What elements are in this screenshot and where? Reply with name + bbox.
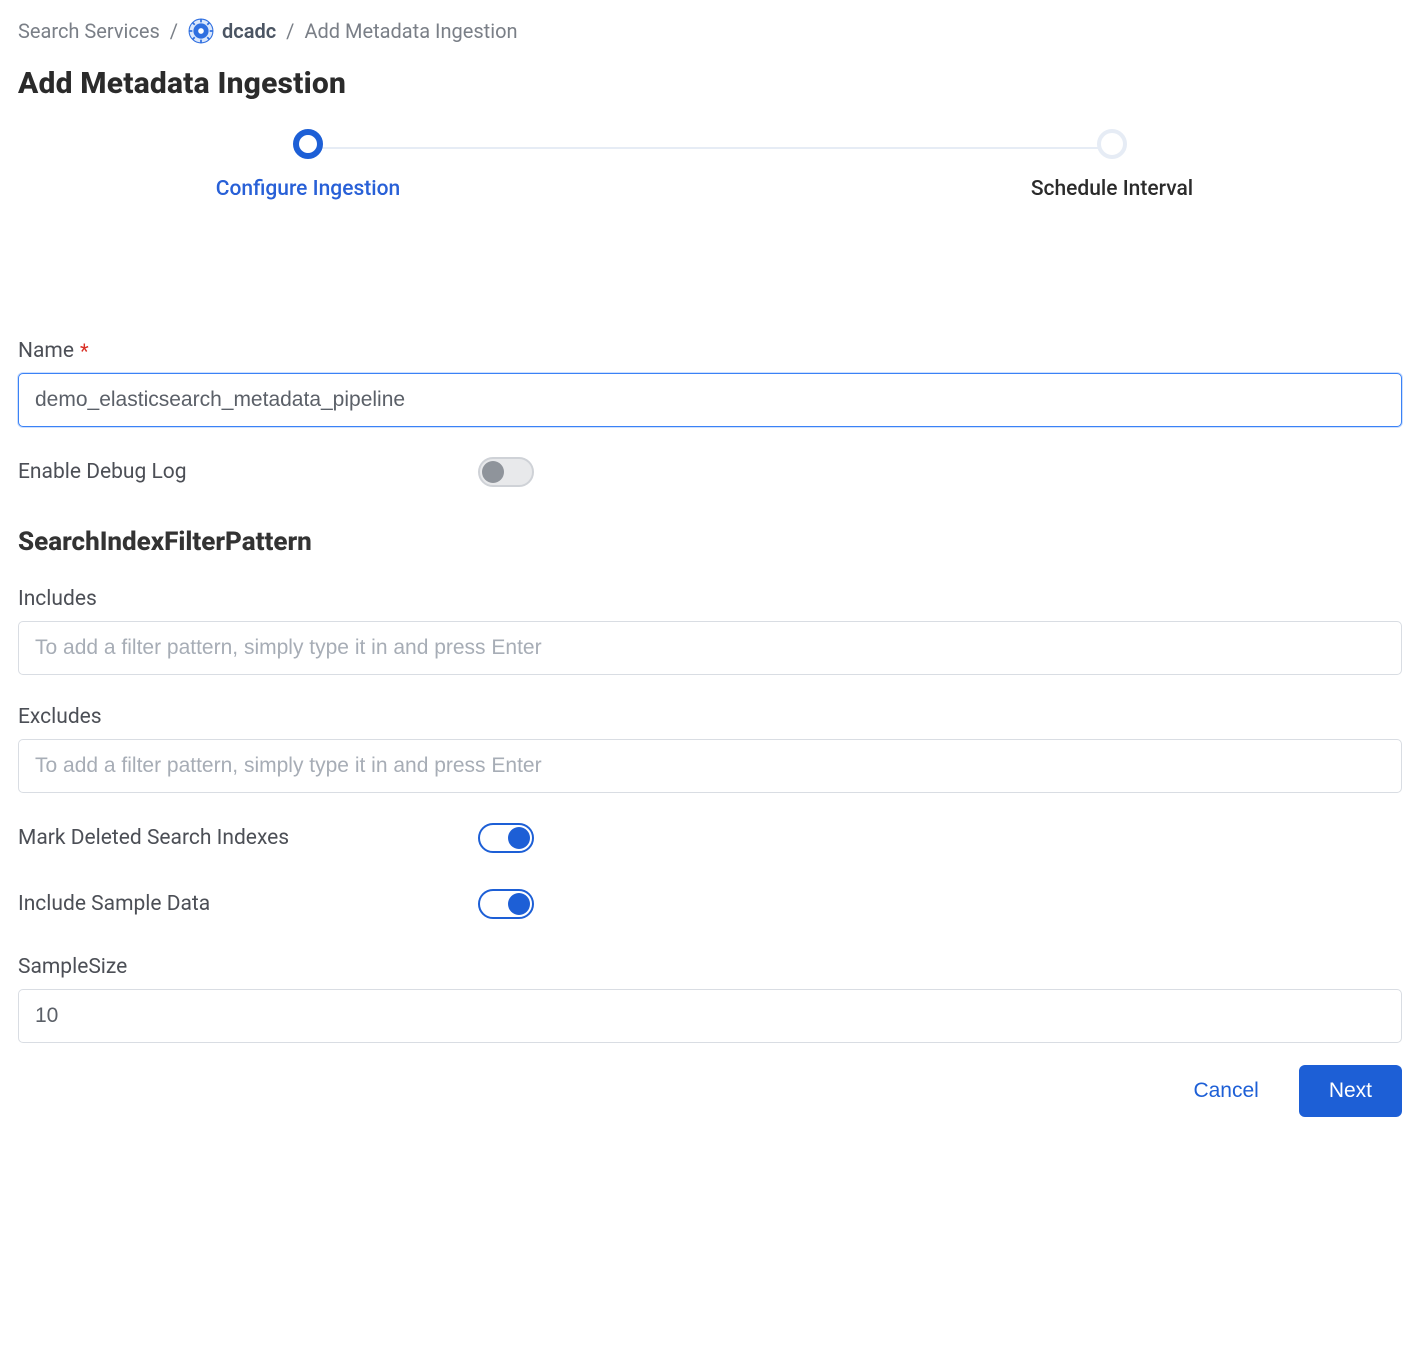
step-circle-active-icon (293, 129, 323, 159)
step-circle-inactive-icon (1097, 129, 1127, 159)
form-group-debug-log: Enable Debug Log (18, 457, 1402, 487)
toggle-knob-icon (508, 827, 530, 849)
includes-label: Includes (18, 587, 97, 611)
form-group-sample-size: SampleSize (18, 955, 1402, 1043)
form-group-include-sample: Include Sample Data (18, 889, 1402, 919)
step-schedule-interval[interactable]: Schedule Interval (972, 129, 1252, 201)
breadcrumb-separator: / (286, 19, 294, 43)
name-input[interactable] (18, 373, 1402, 427)
gear-icon (188, 18, 214, 44)
mark-deleted-label: Mark Deleted Search Indexes (18, 826, 478, 850)
name-label: Name (18, 339, 74, 363)
step-configure-ingestion[interactable]: Configure Ingestion (168, 129, 448, 201)
includes-input[interactable] (18, 621, 1402, 675)
breadcrumb-service-link[interactable]: dcadc (188, 18, 276, 44)
step-label: Configure Ingestion (216, 177, 400, 201)
form-group-name: Name * (18, 339, 1402, 427)
required-asterisk-icon: * (80, 339, 89, 363)
form-group-includes: Includes (18, 587, 1402, 675)
stepper: Configure Ingestion Schedule Interval (18, 129, 1402, 219)
breadcrumb-service-label: dcadc (222, 19, 276, 43)
step-label: Schedule Interval (1031, 177, 1193, 201)
sample-size-input[interactable] (18, 989, 1402, 1043)
breadcrumb-separator: / (170, 19, 178, 43)
include-sample-toggle[interactable] (478, 889, 534, 919)
breadcrumb-root-link[interactable]: Search Services (18, 19, 160, 43)
form-actions: Cancel Next (18, 1065, 1402, 1117)
excludes-label: Excludes (18, 705, 102, 729)
form-group-excludes: Excludes (18, 705, 1402, 793)
mark-deleted-toggle[interactable] (478, 823, 534, 853)
next-button[interactable]: Next (1299, 1065, 1402, 1117)
form-group-mark-deleted: Mark Deleted Search Indexes (18, 823, 1402, 853)
toggle-knob-icon (482, 461, 504, 483)
toggle-knob-icon (508, 893, 530, 915)
breadcrumb-current: Add Metadata Ingestion (304, 19, 517, 43)
filter-section-title: SearchIndexFilterPattern (18, 527, 1402, 557)
debug-log-toggle[interactable] (478, 457, 534, 487)
debug-log-label: Enable Debug Log (18, 460, 478, 484)
breadcrumb: Search Services / (18, 18, 1402, 44)
sample-size-label: SampleSize (18, 955, 127, 979)
include-sample-label: Include Sample Data (18, 892, 478, 916)
excludes-input[interactable] (18, 739, 1402, 793)
page-title: Add Metadata Ingestion (18, 66, 1402, 101)
cancel-button[interactable]: Cancel (1189, 1071, 1262, 1111)
